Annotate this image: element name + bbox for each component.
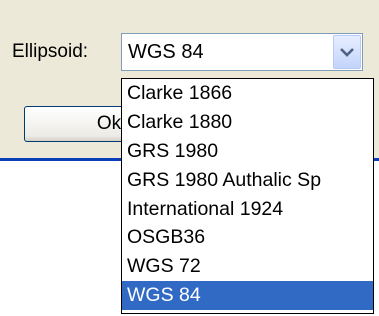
dropdown-arrow-button[interactable] [333, 35, 361, 69]
dropdown-option[interactable]: GRS 1980 Authalic Sp [122, 166, 373, 195]
dropdown-option[interactable]: Clarke 1866 [122, 79, 373, 108]
dropdown-option[interactable]: WGS 72 [122, 252, 373, 281]
ellipsoid-selected-value: WGS 84 [128, 41, 204, 63]
dropdown-option[interactable]: International 1924 [122, 195, 373, 224]
chevron-down-icon [340, 48, 354, 57]
dropdown-option-selected[interactable]: WGS 84 [122, 281, 373, 311]
ellipsoid-dropdown-list[interactable]: Clarke 1866 Clarke 1880 GRS 1980 GRS 198… [121, 78, 374, 314]
dropdown-option[interactable]: Clarke 1880 [122, 108, 373, 137]
dropdown-option[interactable]: OSGB36 [122, 223, 373, 252]
ellipsoid-label: Ellipsoid: [12, 41, 89, 62]
ellipsoid-combobox[interactable]: WGS 84 [121, 33, 363, 71]
dropdown-option[interactable]: GRS 1980 [122, 137, 373, 166]
